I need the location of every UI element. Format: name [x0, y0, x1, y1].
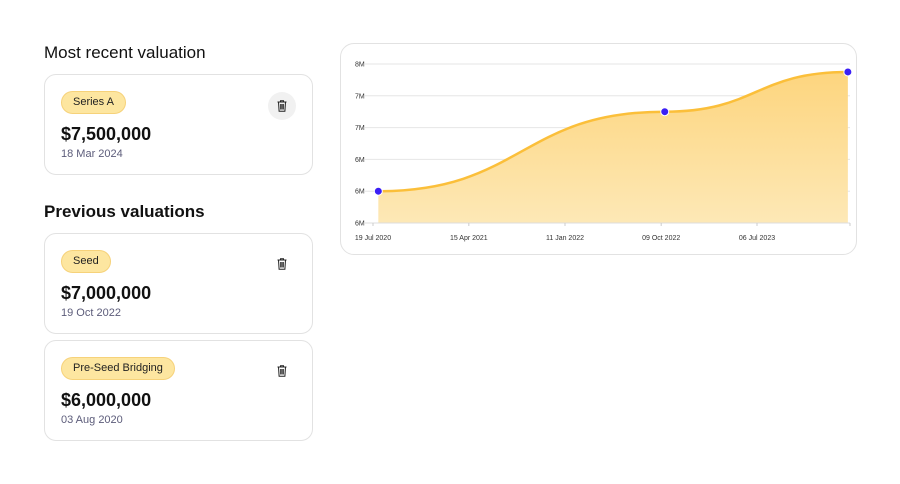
- valuation-date: 03 Aug 2020: [61, 414, 123, 426]
- y-tick-label: 6M: [355, 221, 365, 228]
- y-tick-label: 6M: [355, 157, 365, 164]
- delete-button[interactable]: [268, 92, 296, 120]
- y-tick-label: 7M: [355, 93, 365, 100]
- valuation-chart-card: 6M 6M 6M 7M 7M 8M 19 Jul 2020 15 Apr 2021 11 Jan…: [340, 43, 857, 255]
- data-point: [661, 108, 669, 116]
- x-tick-label: 09 Oct 2022: [642, 235, 680, 242]
- y-tick-label: 7M: [355, 125, 365, 132]
- valuation-date: 18 Mar 2024: [61, 148, 123, 160]
- valuation-amount: $7,500,000: [61, 124, 151, 145]
- y-tick-label: 8M: [355, 62, 365, 69]
- valuation-amount: $7,000,000: [61, 283, 151, 304]
- data-point: [374, 187, 382, 195]
- valuation-card: Seed $7,000,000 19 Oct 2022: [44, 233, 313, 334]
- valuation-card: Pre-Seed Bridging $6,000,000 03 Aug 2020: [44, 340, 313, 441]
- valuation-amount: $6,000,000: [61, 390, 151, 411]
- x-tick-label: 11 Jan 2022: [546, 235, 584, 242]
- x-tick-label: 06 Jul 2023: [739, 235, 775, 242]
- x-tick-label: 19 Jul 2020: [355, 235, 391, 242]
- valuation-date: 19 Oct 2022: [61, 307, 121, 319]
- y-tick-label: 6M: [355, 189, 365, 196]
- recent-valuation-heading: Most recent valuation: [44, 43, 206, 63]
- round-badge: Series A: [61, 91, 126, 114]
- round-badge: Seed: [61, 250, 111, 273]
- delete-button[interactable]: [268, 357, 296, 385]
- trash-icon: [277, 100, 287, 112]
- valuation-card-recent: Series A $7,500,000 18 Mar 2024: [44, 74, 313, 175]
- trash-icon: [277, 365, 287, 377]
- valuation-chart: 6M 6M 6M 7M 7M 8M 19 Jul 2020 15 Apr 2021 11 Jan…: [341, 44, 858, 256]
- x-tick-label: 15 Apr 2021: [450, 235, 488, 242]
- round-badge: Pre-Seed Bridging: [61, 357, 175, 380]
- area-fill: [378, 72, 848, 223]
- previous-valuations-heading: Previous valuations: [44, 202, 205, 222]
- delete-button[interactable]: [268, 250, 296, 278]
- trash-icon: [277, 258, 287, 270]
- data-point: [844, 68, 852, 76]
